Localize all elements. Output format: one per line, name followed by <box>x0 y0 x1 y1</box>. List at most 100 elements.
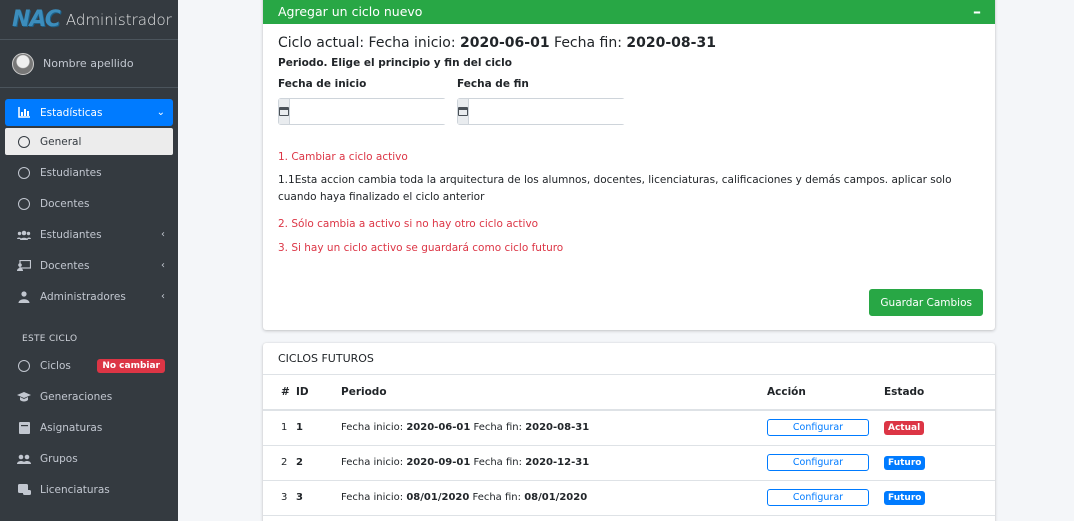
start-date: 2020-09-01 <box>406 457 471 468</box>
sidebar-item-licenciaturas[interactable]: Licenciaturas <box>5 474 173 505</box>
brand-logo: NAC <box>12 7 61 32</box>
current-cycle-prefix: Ciclo actual: Fecha inicio: <box>278 35 461 51</box>
sidebar-item-docentes[interactable]: Docentes ‹ <box>5 250 173 281</box>
new-cycle-body: Ciclo actual: Fecha inicio: 2020-06-01 F… <box>263 24 995 264</box>
configure-button[interactable]: Configurar <box>767 419 869 437</box>
chevron-down-icon: ⌄ <box>156 107 165 118</box>
row-period: Fecha inicio: 08/01/2020 Fecha fin: 08/0… <box>341 480 767 516</box>
row-id: 1 <box>296 410 341 446</box>
user-panel[interactable]: Nombre apellido <box>0 40 178 88</box>
sidebar-item-general[interactable]: General <box>5 128 173 155</box>
end-date: 2020-08-31 <box>525 422 590 434</box>
chalkboard-teacher-icon <box>17 259 31 273</box>
sidebar-item-label: Estudiantes <box>40 166 102 179</box>
sidebar-item-label: Generaciones <box>40 390 113 403</box>
main-content: Agregar un ciclo nuevo – Ciclo actual: F… <box>178 0 1074 521</box>
new-cycle-title: Agregar un ciclo nuevo <box>278 3 423 19</box>
user-tie-icon <box>17 290 31 304</box>
future-cycles-card: CICLOS FUTUROS # ID Periodo Acción Estad… <box>263 343 995 521</box>
status-badge: Actual <box>884 421 925 436</box>
start-date-label: Fecha de inicio <box>278 78 367 90</box>
date-row: Fecha de inicio Fecha de fin <box>278 78 980 125</box>
column-header: ID <box>296 375 341 411</box>
sidebar-item-generaciones[interactable]: Generaciones <box>5 381 173 412</box>
column-header: # <box>263 375 296 411</box>
save-changes-button[interactable]: Guardar Cambios <box>869 289 983 316</box>
sidebar-item-estudiantes-stats[interactable]: Estudiantes <box>5 157 173 188</box>
end-label: Fecha fin: <box>470 422 526 434</box>
book-icon <box>17 421 31 435</box>
sidebar-item-label: Estudiantes <box>40 228 102 241</box>
start-date-field[interactable] <box>290 99 467 124</box>
row-state: Futuro <box>884 480 995 516</box>
period-title: Periodo. Elige el principio y fin del ci… <box>278 57 512 69</box>
current-cycle-start: 2020-06-01 <box>460 35 550 51</box>
sidebar-item-ciclos[interactable]: Ciclos No cambiar <box>5 350 173 381</box>
row-action: Configurar <box>767 445 884 481</box>
current-cycle: Ciclo actual: Fecha inicio: 2020-06-01 F… <box>278 35 980 51</box>
sidebar-item-docentes-stats[interactable]: Docentes <box>5 188 173 219</box>
start-date: 08/01/2020 <box>406 492 470 503</box>
end-date: 2020-12-31 <box>525 457 590 468</box>
status-badge: Futuro <box>884 491 926 505</box>
sidebar-item-estadisticas[interactable]: Estadísticas ⌄ <box>5 99 173 126</box>
sidebar: NAC Administrador Nombre apellido Estadí… <box>0 0 178 521</box>
brand-text: Administrador <box>65 10 172 29</box>
sidebar-item-label: General <box>40 135 82 148</box>
user-group-icon <box>17 228 31 242</box>
brand[interactable]: NAC Administrador <box>0 0 178 40</box>
sidebar-nav: Estadísticas ⌄ General Estudiantes Docen… <box>0 99 178 505</box>
start-label: Fecha inicio: <box>341 492 407 503</box>
new-cycle-header[interactable]: Agregar un ciclo nuevo – <box>263 0 995 24</box>
configure-button[interactable]: Configurar <box>767 489 869 506</box>
end-date-field[interactable] <box>469 99 646 124</box>
end-date: 08/01/2020 <box>524 492 588 503</box>
chevron-left-icon: ‹ <box>161 291 165 302</box>
circle-icon <box>17 197 31 211</box>
end-date-input-group <box>457 98 646 125</box>
configure-button[interactable]: Configurar <box>767 454 869 471</box>
end-date-label: Fecha de fin <box>457 78 529 90</box>
row-action: Configurar <box>767 410 884 446</box>
note-1-text: 1.1Esta accion cambia toda la arquitectu… <box>278 174 952 203</box>
sidebar-item-administradores[interactable]: Administradores ‹ <box>5 281 173 312</box>
warning-badge: No cambiar <box>97 358 165 373</box>
current-cycle-mid: Fecha fin: <box>549 35 627 51</box>
table-row: 1 1 Fecha inicio: 2020-06-01 Fecha fin: … <box>263 410 995 446</box>
column-header: Periodo <box>341 375 767 411</box>
table-row: 3 3 Fecha inicio: 08/01/2020 Fecha fin: … <box>263 480 995 516</box>
users-icon <box>17 452 31 466</box>
row-number: 3 <box>263 480 296 516</box>
row-number: 2 <box>263 445 296 481</box>
table-row: 2 2 Fecha inicio: 2020-09-01 Fecha fin: … <box>263 445 995 481</box>
future-cycles-table: # ID Periodo Acción Estado 1 1 Fecha ini… <box>263 375 995 516</box>
start-label: Fecha inicio: <box>341 457 407 468</box>
start-date-group: Fecha de inicio <box>278 78 467 125</box>
circle-icon <box>17 166 31 180</box>
circle-icon <box>17 135 31 149</box>
chevron-left-icon: ‹ <box>161 260 165 271</box>
sidebar-item-label: Docentes <box>40 259 90 272</box>
row-state: Actual <box>884 410 995 446</box>
sidebar-item-asignaturas[interactable]: Asignaturas <box>5 412 173 443</box>
sidebar-item-label: Licenciaturas <box>40 483 110 496</box>
row-period: Fecha inicio: 2020-06-01 Fecha fin: 2020… <box>341 410 767 446</box>
note-1: 1. Cambiar a ciclo activo <box>278 151 408 163</box>
sidebar-item-label: Asignaturas <box>40 421 103 434</box>
start-label: Fecha inicio: <box>341 422 407 434</box>
collapse-icon[interactable]: – <box>973 2 981 21</box>
sidebar-item-grupos[interactable]: Grupos <box>5 443 173 474</box>
chart-area-icon <box>17 106 31 120</box>
calendar-icon <box>279 99 290 124</box>
column-header: Acción <box>767 375 884 411</box>
start-date-input-group <box>278 98 467 125</box>
sidebar-item-label: Ciclos <box>40 359 71 372</box>
note-2: 2. Sólo cambia a activo si no hay otro c… <box>278 218 539 230</box>
calendar-icon <box>458 99 469 124</box>
end-label: Fecha fin: <box>470 457 526 468</box>
current-cycle-end: 2020-08-31 <box>626 35 716 51</box>
row-number: 1 <box>263 410 296 446</box>
row-id: 3 <box>296 480 341 516</box>
sidebar-item-estudiantes[interactable]: Estudiantes ‹ <box>5 219 173 250</box>
graduation-cap-icon <box>17 390 31 404</box>
